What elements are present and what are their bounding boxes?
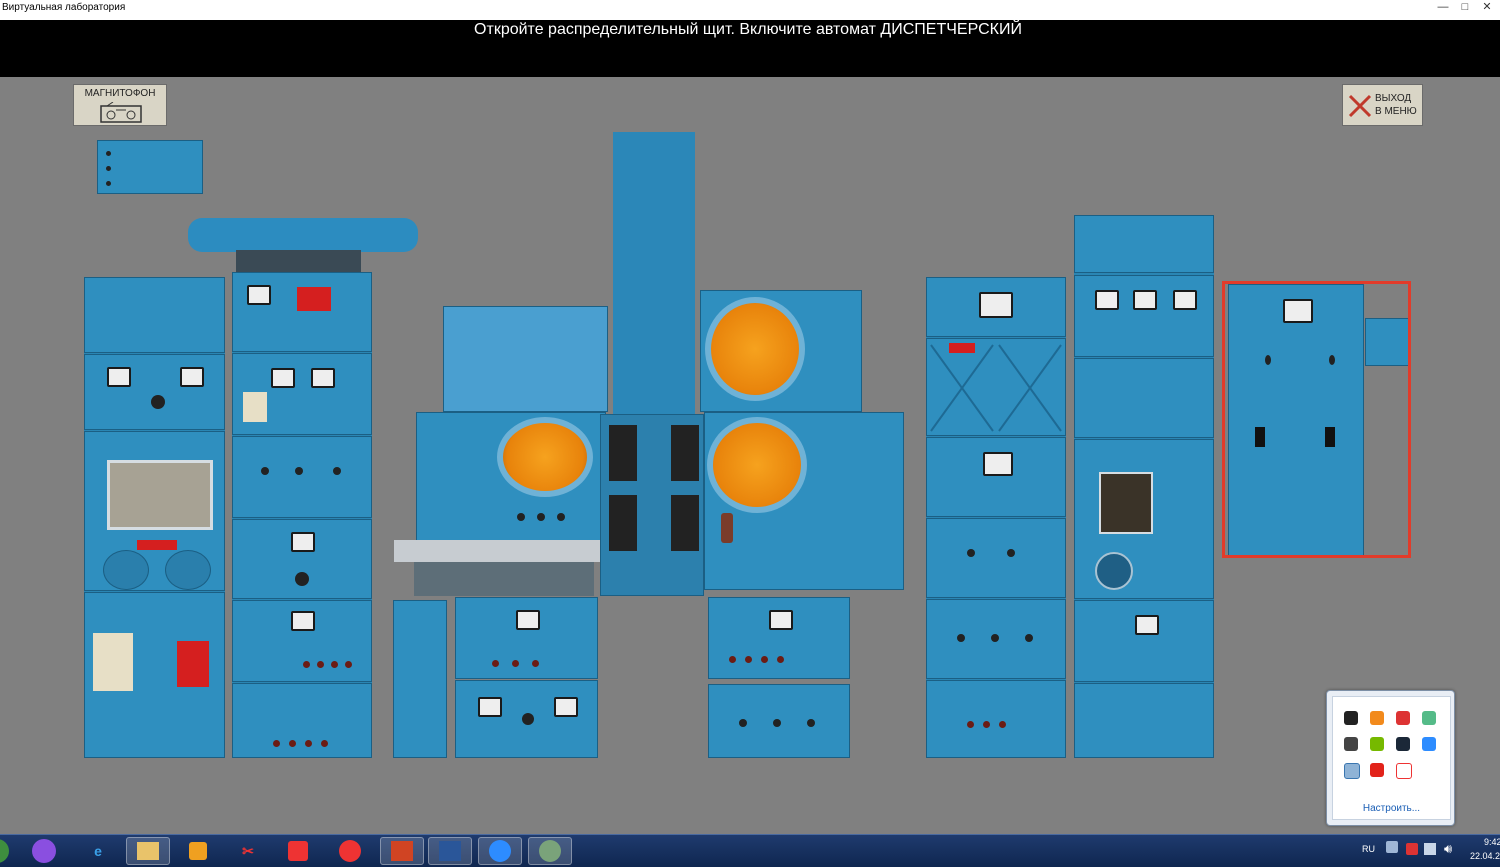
rack4-bottom-panel[interactable]: [1074, 683, 1214, 758]
tray-overflow-popup: Настроить...: [1326, 690, 1455, 826]
rack-2: [232, 272, 372, 758]
tape-recorder-label: МАГНИТОФОН: [84, 88, 156, 99]
media-player-icon[interactable]: [176, 837, 220, 865]
explorer-icon[interactable]: [126, 837, 170, 865]
cylinder-mount: [236, 250, 361, 272]
customize-link[interactable]: Настроить...: [1333, 803, 1450, 814]
rack1-door-panel[interactable]: [84, 592, 225, 758]
rack3-dial-panel[interactable]: [926, 437, 1066, 517]
yandex-browser-icon[interactable]: [328, 837, 372, 865]
rack4-window-panel[interactable]: [1074, 439, 1214, 599]
close-window-button[interactable]: ✕: [1476, 0, 1498, 16]
exit-label: ВЫХОД В МЕНЮ: [1375, 92, 1417, 118]
clock-time[interactable]: 9:42: [1484, 837, 1500, 847]
console-tower: [613, 132, 695, 414]
zoom-taskbar-icon[interactable]: [478, 837, 522, 865]
rack1-display-panel[interactable]: [84, 431, 225, 591]
lower-right-panel-2[interactable]: [708, 684, 850, 758]
rack-3: [926, 277, 1066, 758]
lower-center-panel-2[interactable]: [455, 680, 598, 758]
tape-recorder-icon: [100, 102, 142, 123]
start-orb[interactable]: [0, 837, 14, 865]
clock-date[interactable]: 22.04.2: [1470, 851, 1500, 861]
console-right-desk[interactable]: [704, 412, 904, 590]
instruction-bar: Откройте распределительный щит. Включите…: [0, 20, 1500, 77]
rack1-top-panel[interactable]: [84, 277, 225, 353]
cleaner-icon[interactable]: [1396, 711, 1410, 725]
language-indicator[interactable]: RU: [1362, 844, 1375, 854]
rack2-bottom-panel[interactable]: [232, 683, 372, 758]
rack-4: [1074, 215, 1214, 758]
usb-icon[interactable]: [1422, 711, 1436, 725]
rack4-top-panel[interactable]: [1074, 215, 1214, 273]
console-desk-base: [414, 562, 594, 596]
side-narrow-panel[interactable]: [393, 600, 447, 758]
rack2-top-panel[interactable]: [232, 272, 372, 352]
nvidia-icon[interactable]: [1370, 737, 1384, 751]
show-hidden-icons-button[interactable]: [1386, 841, 1398, 853]
rack2-dial-panel[interactable]: [232, 519, 372, 599]
right-lower-scope: [707, 417, 807, 513]
rack1-meter-panel[interactable]: [84, 354, 225, 430]
console-display-boards[interactable]: [443, 306, 608, 412]
console-left-desk[interactable]: [416, 412, 606, 552]
volume-icon[interactable]: 🔊︎: [1444, 841, 1452, 857]
exit-label-line1: ВЫХОД: [1375, 93, 1412, 104]
rack1-paper-label: [93, 633, 133, 691]
rack4-dial-panel[interactable]: [1074, 600, 1214, 682]
snipping-tool-icon[interactable]: ✂: [226, 837, 270, 865]
zoom-icon[interactable]: [1422, 737, 1436, 751]
window-titlebar: Виртуальная лаборатория — □ ✕: [0, 0, 1500, 20]
exit-to-menu-button[interactable]: ВЫХОД В МЕНЮ: [1342, 84, 1423, 126]
small-remote-panel[interactable]: [97, 140, 203, 194]
cylinder-unit: [188, 218, 418, 252]
terminal-icon[interactable]: [1344, 711, 1358, 725]
rack4-meter-panel[interactable]: [1074, 275, 1214, 357]
acrobat-icon[interactable]: [1370, 763, 1384, 777]
console-desk-top: [394, 540, 606, 562]
rack1-screen: [107, 460, 213, 530]
steam-icon[interactable]: [1396, 737, 1410, 751]
tape-recorder-button[interactable]: МАГНИТОФОН: [73, 84, 167, 126]
maximize-button[interactable]: □: [1454, 0, 1476, 16]
tray-icons-area: Настроить...: [1332, 696, 1451, 820]
rack-1: [84, 277, 225, 758]
yandex-icon[interactable]: [1396, 763, 1412, 779]
lab-app-icon[interactable]: [528, 837, 572, 865]
rack4-blank-panel[interactable]: [1074, 358, 1214, 438]
right-upper-scope: [705, 297, 805, 401]
rack3-bottom-panel[interactable]: [926, 680, 1066, 758]
left-radar-scope: [497, 417, 593, 497]
taskbar: e ✂ RU 🔊︎ 9:42 22.04.2: [0, 834, 1500, 867]
tablet-icon[interactable]: [1344, 737, 1358, 751]
console-center-panel[interactable]: [600, 414, 704, 596]
alice-icon[interactable]: [22, 837, 66, 865]
lower-center-panel-1[interactable]: [455, 597, 598, 679]
app-icon[interactable]: [1344, 763, 1360, 779]
rack3-switch-panel[interactable]: [926, 518, 1066, 598]
rack2-meter-panel[interactable]: [232, 353, 372, 435]
yandex-icon[interactable]: [276, 837, 320, 865]
avast-icon[interactable]: [1370, 711, 1384, 725]
console-right-upper[interactable]: [700, 290, 862, 412]
word-icon[interactable]: [428, 837, 472, 865]
selection-highlight: [1222, 281, 1411, 558]
exit-label-line2: В МЕНЮ: [1375, 106, 1417, 117]
flag-icon[interactable]: [1406, 843, 1418, 855]
network-icon[interactable]: [1424, 843, 1436, 855]
close-x-icon: [1348, 94, 1372, 118]
rack3-knob-panel[interactable]: [926, 599, 1066, 679]
rack2-lamp-panel[interactable]: [232, 600, 372, 682]
minimize-button[interactable]: —: [1432, 0, 1454, 16]
lower-right-panel-1[interactable]: [708, 597, 850, 679]
window-title: Виртуальная лаборатория: [2, 2, 126, 13]
ie-icon[interactable]: e: [76, 837, 120, 865]
powerpoint-icon[interactable]: [380, 837, 424, 865]
rack3-cross-panel[interactable]: [926, 338, 1066, 436]
instruction-text: Откройте распределительный щит. Включите…: [474, 21, 1022, 38]
rack2-switch-panel[interactable]: [232, 436, 372, 518]
rack3-meter-panel[interactable]: [926, 277, 1066, 337]
